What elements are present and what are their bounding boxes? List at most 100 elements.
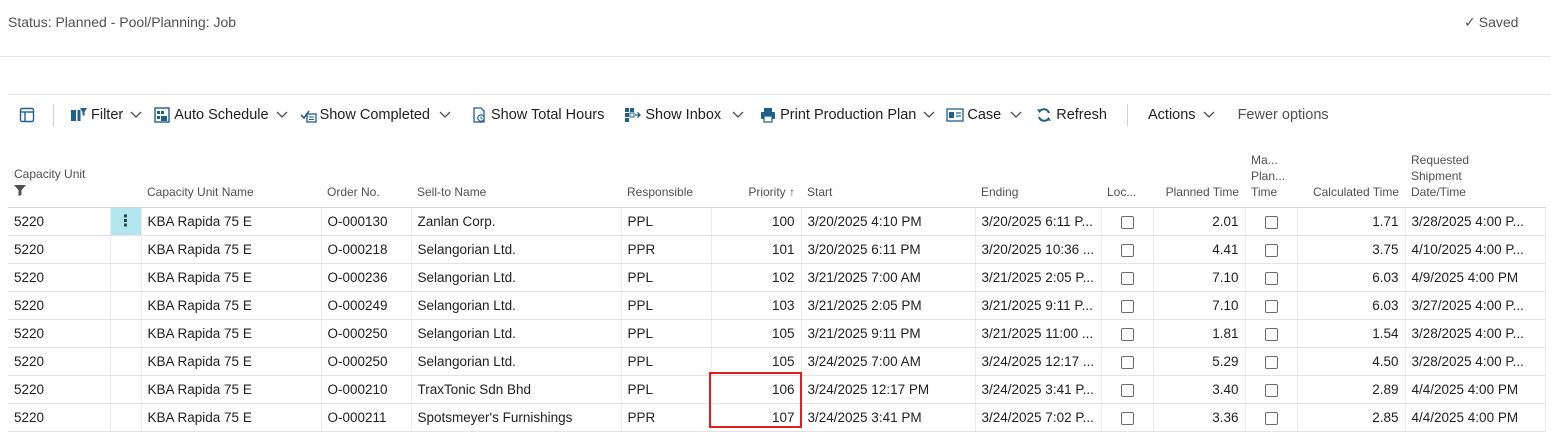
calculated-time-cell: 3.75 (1297, 235, 1406, 264)
capacity-unit-name-cell: KBA Rapida 75 E (141, 207, 322, 236)
capacity-unit-name-cell: KBA Rapida 75 E (141, 347, 322, 376)
actions-menu-button[interactable]: Actions (1148, 95, 1238, 135)
locked-cell (1101, 263, 1154, 292)
manual-planned-time-checkbox[interactable] (1264, 299, 1278, 313)
filter-button[interactable]: Filter (70, 95, 153, 135)
col-responsible[interactable]: Responsible (621, 150, 711, 208)
capacity-unit-name-cell: KBA Rapida 75 E (141, 375, 322, 404)
id-card-icon (946, 106, 965, 124)
col-order-no[interactable]: Order No. (321, 150, 411, 208)
locked-checkbox[interactable] (1120, 271, 1134, 285)
fewer-options-label: Fewer options (1237, 107, 1329, 123)
col-ending[interactable]: Ending (975, 150, 1101, 208)
start-cell: 3/24/2025 12:17 PM (801, 375, 976, 404)
printer-icon (759, 106, 777, 124)
manual-planned-time-checkbox[interactable] (1264, 383, 1278, 397)
start-cell: 3/24/2025 7:00 AM (801, 347, 976, 376)
col-manual-planned-time[interactable]: Ma... Plan... Time (1245, 150, 1297, 208)
table-row[interactable]: 5220 KBA Rapida 75 E O-000236 Selangorian L… (8, 263, 1546, 292)
chevron-down-icon[interactable] (922, 108, 936, 122)
col-capacity-unit-name[interactable]: Capacity Unit Name (141, 150, 321, 208)
case-button[interactable]: Case (946, 95, 1035, 135)
table-row[interactable]: 5220 KBA Rapida 75 E O-000211 Spotsmeyer's … (8, 403, 1546, 432)
col-calculated-time[interactable]: Calculated Time (1297, 150, 1405, 208)
locked-checkbox[interactable] (1120, 327, 1134, 341)
chevron-down-icon[interactable] (129, 108, 143, 122)
layout-toggle-button[interactable] (18, 95, 39, 135)
inbox-grid-icon (624, 106, 642, 124)
manual-planned-time-checkbox[interactable] (1264, 215, 1278, 229)
capacity-unit-cell: 5220 (8, 291, 111, 320)
sell-to-name-cell: Selangorian Ltd. (411, 319, 622, 348)
table-row[interactable]: 5220 KBA Rapida 75 E O-000250 Selangorian L… (8, 347, 1546, 376)
planned-time-cell: 7.10 (1153, 291, 1246, 320)
print-production-plan-button[interactable]: Print Production Plan (759, 95, 946, 135)
show-total-hours-label: Show Total Hours (490, 107, 605, 123)
requested-shipment-cell: 3/28/2025 4:00 P... (1405, 319, 1546, 348)
locked-checkbox[interactable] (1120, 411, 1134, 425)
start-cell: 3/21/2025 7:00 AM (801, 263, 976, 292)
manual-planned-time-cell (1245, 347, 1298, 376)
planned-time-cell: 3.40 (1153, 375, 1246, 404)
col-requested-shipment[interactable]: Requested Shipment Date/Time (1405, 150, 1545, 208)
col-priority[interactable]: Priority ↑ (711, 150, 801, 208)
manual-planned-time-cell (1245, 207, 1298, 236)
col-sell-to-name[interactable]: Sell-to Name (411, 150, 621, 208)
show-completed-button[interactable]: Show Completed (299, 95, 466, 135)
locked-checkbox[interactable] (1120, 215, 1134, 229)
manual-planned-time-checkbox[interactable] (1264, 327, 1278, 341)
col-capacity-unit[interactable]: Capacity Unit (8, 150, 110, 208)
filter-pane-icon (70, 106, 88, 124)
calculated-time-cell: 2.89 (1297, 375, 1406, 404)
planned-time-cell: 4.41 (1153, 235, 1246, 264)
table-row[interactable]: 5220 KBA Rapida 75 E O-000249 Selangorian L… (8, 291, 1546, 320)
table-row[interactable]: 5220 KBA Rapida 75 E O-000210 TraxTonic Sdn… (8, 375, 1546, 404)
show-inbox-button[interactable]: Show Inbox (624, 95, 759, 135)
locked-checkbox[interactable] (1120, 355, 1134, 369)
show-total-hours-button[interactable]: Show Total Hours (470, 95, 604, 135)
status-text: Status: Planned - Pool/Planning: Job (8, 14, 237, 30)
locked-checkbox[interactable] (1120, 243, 1134, 257)
more-vertical-icon[interactable]: ⋮ (110, 208, 140, 235)
calendar-grid-icon (153, 106, 171, 124)
sell-to-name-cell: TraxTonic Sdn Bhd (411, 375, 622, 404)
ending-cell: 3/20/2025 6:11 P... (975, 207, 1102, 236)
chevron-down-icon[interactable] (275, 108, 289, 122)
refresh-button[interactable]: Refresh (1035, 95, 1107, 135)
saved-indicator: ✓ Saved (1464, 14, 1518, 31)
row-menu-cell (110, 291, 142, 320)
ending-cell: 3/20/2025 10:36 ... (975, 235, 1102, 264)
manual-planned-time-checkbox[interactable] (1264, 271, 1278, 285)
chevron-down-icon[interactable] (1009, 108, 1023, 122)
fewer-options-button[interactable]: Fewer options (1238, 95, 1329, 135)
start-cell: 3/20/2025 4:10 PM (801, 207, 976, 236)
capacity-unit-name-cell: KBA Rapida 75 E (141, 319, 322, 348)
col-manual-planned-time-line1: Ma... (1251, 153, 1278, 167)
calculated-time-cell: 2.85 (1297, 403, 1406, 432)
requested-shipment-cell: 4/10/2025 4:00 P... (1405, 235, 1546, 264)
table-row[interactable]: 5220 KBA Rapida 75 E O-000250 Selangorian L… (8, 319, 1546, 348)
manual-planned-time-cell (1245, 319, 1298, 348)
manual-planned-time-checkbox[interactable] (1264, 243, 1278, 257)
col-start[interactable]: Start (801, 150, 975, 208)
manual-planned-time-checkbox[interactable] (1264, 355, 1278, 369)
auto-schedule-button[interactable]: Auto Schedule (153, 95, 298, 135)
saved-label: Saved (1478, 14, 1519, 30)
filter-label: Filter (91, 107, 124, 123)
locked-checkbox[interactable] (1120, 383, 1134, 397)
chevron-down-icon[interactable] (438, 108, 452, 122)
responsible-cell: PPR (621, 403, 712, 432)
col-priority-label: Priority (748, 185, 786, 199)
col-planned-time[interactable]: Planned Time (1153, 150, 1245, 208)
manual-planned-time-cell (1245, 235, 1298, 264)
manual-planned-time-checkbox[interactable] (1264, 411, 1278, 425)
col-locked[interactable]: Loc... (1101, 150, 1153, 208)
row-menu-cell (110, 347, 142, 376)
table-row[interactable]: 5220 KBA Rapida 75 E O-000218 Selangorian L… (8, 235, 1546, 264)
table-row[interactable]: 5220 ⋮ KBA Rapida 75 E O-000130 Zanlan Corp.… (8, 207, 1546, 236)
planned-time-cell: 5.29 (1153, 347, 1246, 376)
chevron-down-icon[interactable] (731, 108, 745, 122)
locked-cell (1101, 291, 1154, 320)
locked-checkbox[interactable] (1120, 299, 1134, 313)
manual-planned-time-cell (1245, 291, 1298, 320)
